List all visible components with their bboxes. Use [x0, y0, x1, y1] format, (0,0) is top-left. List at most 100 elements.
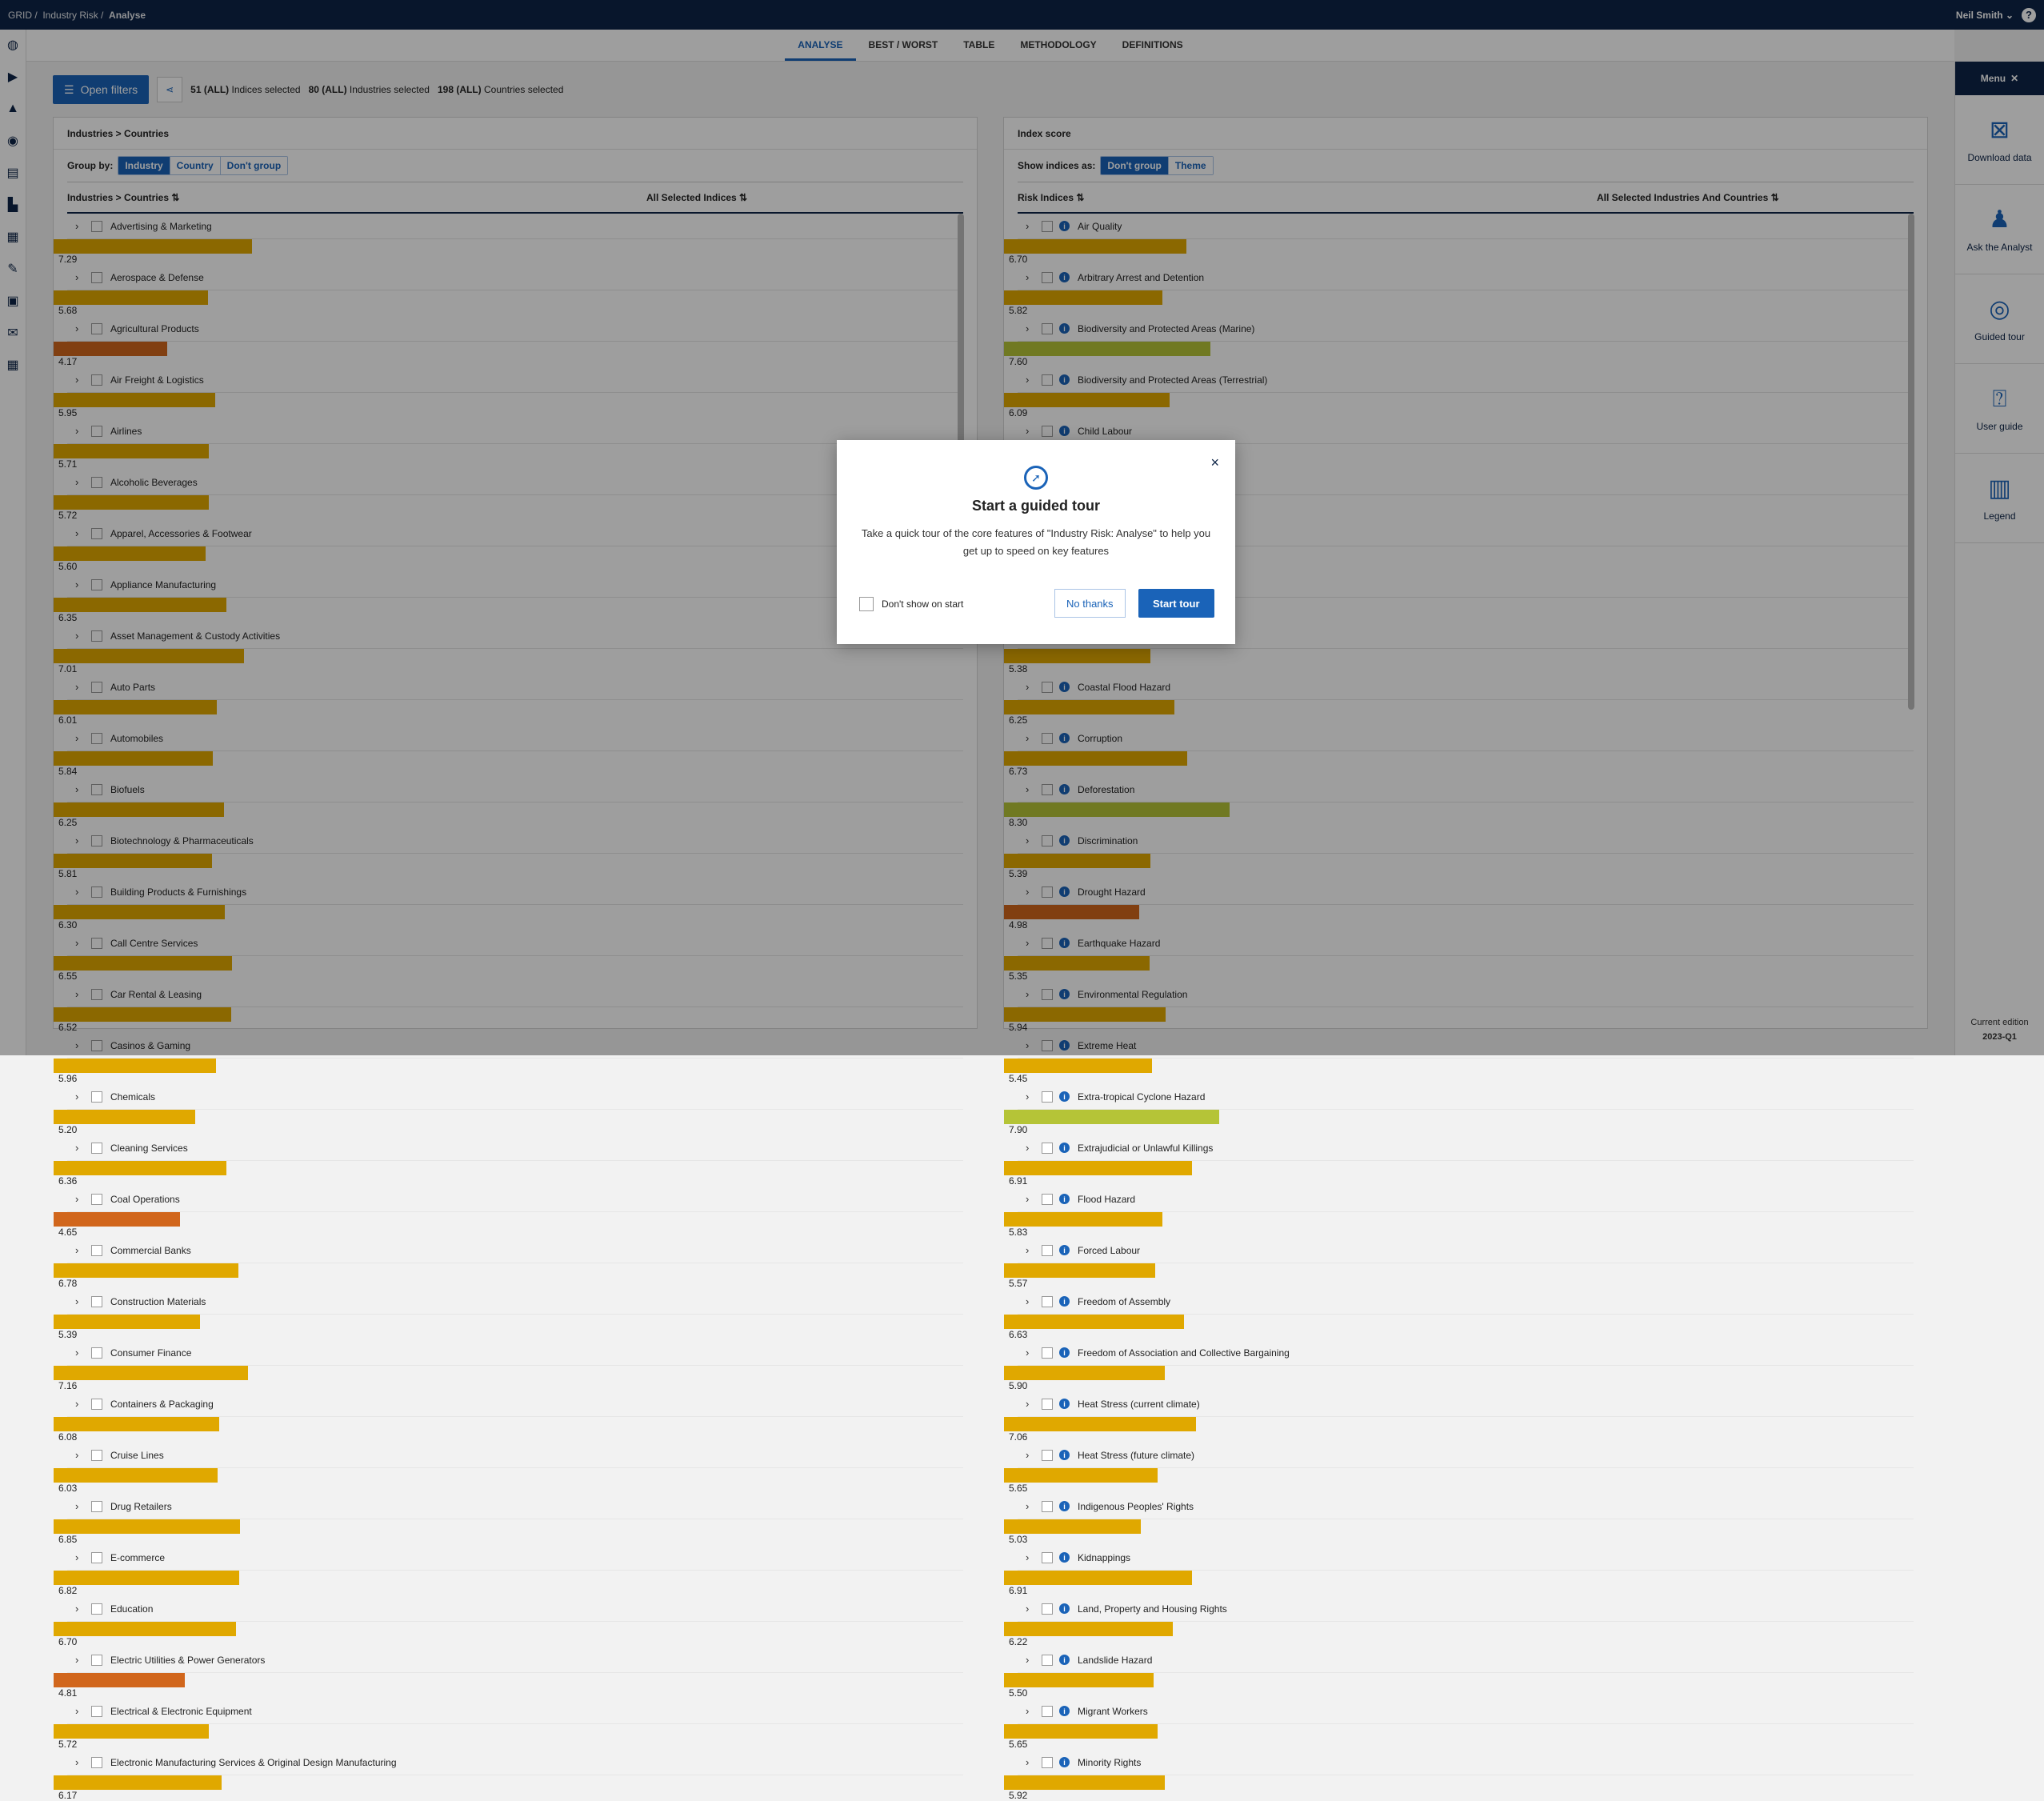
chevron-right-icon[interactable]: › [75, 1654, 85, 1666]
info-icon[interactable]: i [1059, 1706, 1070, 1716]
row-checkbox[interactable] [91, 1142, 102, 1154]
table-row[interactable]: › Education [67, 1596, 963, 1622]
row-checkbox[interactable] [91, 1347, 102, 1359]
table-row[interactable]: › Chemicals [67, 1084, 963, 1110]
chevron-right-icon[interactable]: › [1026, 1603, 1035, 1615]
chevron-right-icon[interactable]: › [75, 1295, 85, 1307]
no-thanks-button[interactable]: No thanks [1054, 589, 1126, 618]
row-checkbox[interactable] [1042, 1551, 1053, 1563]
table-row[interactable]: › i Kidnappings [1018, 1545, 1914, 1571]
chevron-right-icon[interactable]: › [1026, 1551, 1035, 1563]
row-checkbox[interactable] [1042, 1244, 1053, 1256]
row-checkbox[interactable] [1042, 1654, 1053, 1666]
table-row[interactable]: › E-commerce [67, 1545, 963, 1571]
chevron-right-icon[interactable]: › [1026, 1705, 1035, 1717]
table-row[interactable]: › Electric Utilities & Power Generators [67, 1647, 963, 1673]
info-icon[interactable]: i [1059, 1399, 1070, 1409]
chevron-right-icon[interactable]: › [1026, 1756, 1035, 1768]
chevron-right-icon[interactable]: › [75, 1449, 85, 1461]
info-icon[interactable]: i [1059, 1450, 1070, 1460]
row-checkbox[interactable] [91, 1603, 102, 1615]
row-checkbox[interactable] [91, 1756, 102, 1768]
chevron-right-icon[interactable]: › [75, 1091, 85, 1103]
table-row[interactable]: › Electronic Manufacturing Services & Ori… [67, 1750, 963, 1775]
table-row[interactable]: › Coal Operations [67, 1187, 963, 1212]
table-row[interactable]: › Consumer Finance [67, 1340, 963, 1366]
table-row[interactable]: › Commercial Banks [67, 1238, 963, 1263]
row-checkbox[interactable] [1042, 1193, 1053, 1205]
chevron-right-icon[interactable]: › [1026, 1347, 1035, 1359]
table-row[interactable]: › i Land, Property and Housing Rights [1018, 1596, 1914, 1622]
row-checkbox[interactable] [91, 1398, 102, 1410]
table-row[interactable]: › i Minority Rights [1018, 1750, 1914, 1775]
dont-show-checkbox[interactable]: Don't show on start [859, 597, 963, 611]
table-row[interactable]: › i Migrant Workers [1018, 1699, 1914, 1724]
chevron-right-icon[interactable]: › [75, 1347, 85, 1359]
row-checkbox[interactable] [1042, 1500, 1053, 1512]
info-icon[interactable]: i [1059, 1603, 1070, 1614]
table-row[interactable]: › Containers & Packaging [67, 1391, 963, 1417]
chevron-right-icon[interactable]: › [75, 1756, 85, 1768]
chevron-right-icon[interactable]: › [75, 1142, 85, 1154]
table-row[interactable]: › i Heat Stress (current climate) [1018, 1391, 1914, 1417]
chevron-right-icon[interactable]: › [75, 1603, 85, 1615]
row-checkbox[interactable] [91, 1449, 102, 1461]
chevron-right-icon[interactable]: › [75, 1398, 85, 1410]
info-icon[interactable]: i [1059, 1501, 1070, 1511]
row-checkbox[interactable] [91, 1551, 102, 1563]
info-icon[interactable]: i [1059, 1552, 1070, 1563]
chevron-right-icon[interactable]: › [1026, 1091, 1035, 1103]
row-checkbox[interactable] [91, 1091, 102, 1103]
chevron-right-icon[interactable]: › [75, 1500, 85, 1512]
row-checkbox[interactable] [91, 1244, 102, 1256]
chevron-right-icon[interactable]: › [1026, 1142, 1035, 1154]
row-checkbox[interactable] [1042, 1347, 1053, 1359]
table-row[interactable]: › i Indigenous Peoples' Rights [1018, 1494, 1914, 1519]
chevron-right-icon[interactable]: › [1026, 1449, 1035, 1461]
chevron-right-icon[interactable]: › [75, 1193, 85, 1205]
row-checkbox[interactable] [91, 1193, 102, 1205]
info-icon[interactable]: i [1059, 1194, 1070, 1204]
table-row[interactable]: › Construction Materials [67, 1289, 963, 1315]
table-row[interactable]: › i Forced Labour [1018, 1238, 1914, 1263]
chevron-right-icon[interactable]: › [75, 1551, 85, 1563]
row-checkbox[interactable] [1042, 1449, 1053, 1461]
table-row[interactable]: › Cleaning Services [67, 1135, 963, 1161]
table-row[interactable]: › i Flood Hazard [1018, 1187, 1914, 1212]
close-icon[interactable]: × [1210, 454, 1219, 471]
table-row[interactable]: › Electrical & Electronic Equipment [67, 1699, 963, 1724]
info-icon[interactable]: i [1059, 1296, 1070, 1307]
row-checkbox[interactable] [91, 1295, 102, 1307]
row-checkbox[interactable] [91, 1705, 102, 1717]
table-row[interactable]: › i Freedom of Assembly [1018, 1289, 1914, 1315]
info-icon[interactable]: i [1059, 1091, 1070, 1102]
chevron-right-icon[interactable]: › [75, 1705, 85, 1717]
row-checkbox[interactable] [1042, 1091, 1053, 1103]
chevron-right-icon[interactable]: › [1026, 1193, 1035, 1205]
row-checkbox[interactable] [1042, 1295, 1053, 1307]
checkbox[interactable] [859, 597, 874, 611]
row-checkbox[interactable] [1042, 1603, 1053, 1615]
chevron-right-icon[interactable]: › [1026, 1398, 1035, 1410]
start-tour-button[interactable]: Start tour [1138, 589, 1214, 618]
info-icon[interactable]: i [1059, 1347, 1070, 1358]
row-checkbox[interactable] [91, 1500, 102, 1512]
chevron-right-icon[interactable]: › [75, 1244, 85, 1256]
row-checkbox[interactable] [1042, 1756, 1053, 1768]
table-row[interactable]: › i Freedom of Association and Collective … [1018, 1340, 1914, 1366]
chevron-right-icon[interactable]: › [1026, 1500, 1035, 1512]
chevron-right-icon[interactable]: › [1026, 1295, 1035, 1307]
table-row[interactable]: › Drug Retailers [67, 1494, 963, 1519]
table-row[interactable]: › i Heat Stress (future climate) [1018, 1443, 1914, 1468]
chevron-right-icon[interactable]: › [1026, 1654, 1035, 1666]
table-row[interactable]: › i Extrajudicial or Unlawful Killings [1018, 1135, 1914, 1161]
info-icon[interactable]: i [1059, 1143, 1070, 1153]
row-checkbox[interactable] [1042, 1705, 1053, 1717]
info-icon[interactable]: i [1059, 1757, 1070, 1767]
row-checkbox[interactable] [1042, 1142, 1053, 1154]
table-row[interactable]: › i Extra-tropical Cyclone Hazard [1018, 1084, 1914, 1110]
chevron-right-icon[interactable]: › [1026, 1244, 1035, 1256]
info-icon[interactable]: i [1059, 1245, 1070, 1255]
row-checkbox[interactable] [91, 1654, 102, 1666]
table-row[interactable]: › Cruise Lines [67, 1443, 963, 1468]
